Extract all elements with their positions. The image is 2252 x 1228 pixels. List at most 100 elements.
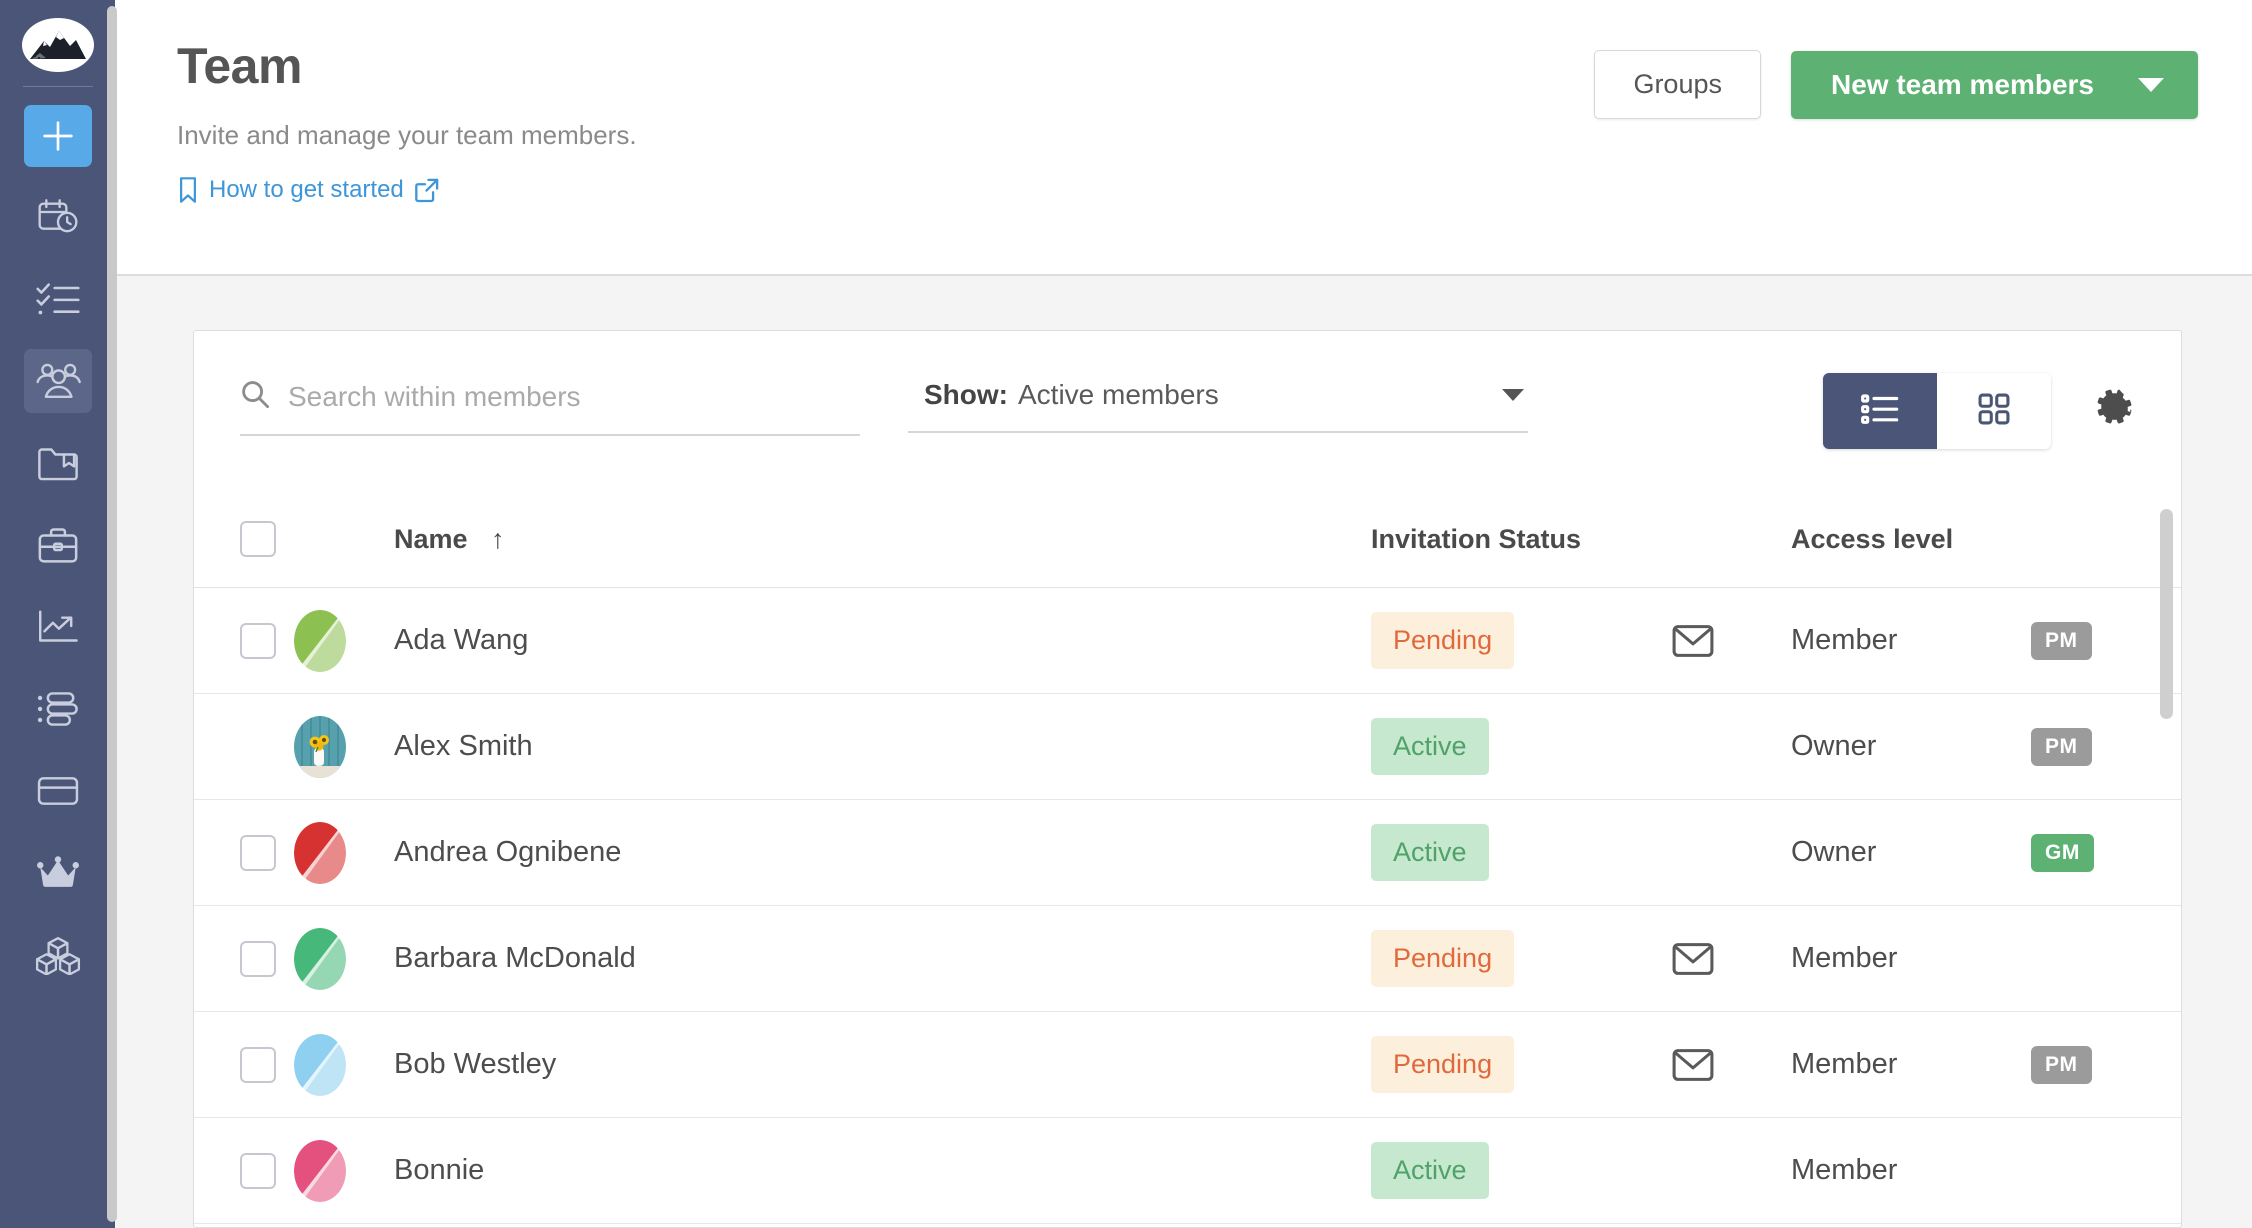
settings-gear-button[interactable] xyxy=(2093,388,2135,435)
row-checkbox[interactable] xyxy=(240,1152,276,1189)
invitation-status-cell: Pending xyxy=(1371,1011,1671,1118)
cubes-icon xyxy=(35,935,81,975)
avatar-cell xyxy=(294,799,394,906)
mountain-logo[interactable] xyxy=(21,18,94,72)
access-level-value: Member xyxy=(1791,1048,1898,1080)
role-badge-cell xyxy=(2031,1117,2181,1224)
table-row[interactable]: Andrea Ognibene Active Owner GM xyxy=(194,799,2181,906)
avatar xyxy=(294,821,346,884)
list-view-icon xyxy=(1860,392,1900,431)
new-team-members-button[interactable]: New team members xyxy=(1790,50,2198,119)
sidebar-item-reports[interactable] xyxy=(24,595,92,659)
select-all-header xyxy=(194,503,294,588)
sidebar-item-add-new[interactable] xyxy=(23,105,92,167)
crown-icon xyxy=(36,855,80,891)
role-badge-cell: GM xyxy=(2031,799,2181,906)
calendar-clock-icon xyxy=(36,197,80,237)
access-level-cell[interactable]: Member xyxy=(1791,905,2031,1012)
member-name: Barbara McDonald xyxy=(394,942,636,974)
member-name-cell[interactable]: Bob Westley xyxy=(394,1011,1371,1118)
access-level-cell[interactable]: Member xyxy=(1791,1117,2031,1224)
grid-view-icon xyxy=(1975,392,2013,431)
envelope-icon[interactable] xyxy=(1671,941,1791,977)
member-name-cell[interactable]: Bonnie xyxy=(394,1117,1371,1224)
row-select-cell xyxy=(194,1117,294,1224)
sidebar-item-projects[interactable] xyxy=(24,431,92,495)
page-header-text: Team Invite and manage your team members… xyxy=(177,30,637,204)
member-name-cell[interactable]: Andrea Ognibene xyxy=(394,799,1371,906)
envelope-icon[interactable] xyxy=(1671,1047,1791,1083)
how-to-get-started-link[interactable]: How to get started xyxy=(177,176,637,204)
access-level-cell[interactable]: Owner xyxy=(1791,693,2031,800)
member-name-cell[interactable]: Alex Smith xyxy=(394,693,1371,800)
list-settings-icon xyxy=(36,690,80,728)
member-name: Ada Wang xyxy=(394,624,529,656)
access-level-cell[interactable]: Owner xyxy=(1791,799,2031,906)
search-icon xyxy=(240,379,270,414)
members-table-scrollbar[interactable] xyxy=(2160,509,2173,719)
member-name-cell[interactable]: Barbara McDonald xyxy=(394,905,1371,1012)
row-checkbox[interactable] xyxy=(240,834,276,871)
sidebar-item-tasks[interactable] xyxy=(24,267,92,331)
sidebar-item-workload[interactable] xyxy=(24,677,92,741)
row-select-cell xyxy=(194,1011,294,1118)
sidebar-item-upgrade[interactable] xyxy=(24,841,92,905)
row-select-cell xyxy=(194,799,294,906)
status-badge: Active xyxy=(1371,1142,1489,1199)
list-view-button[interactable] xyxy=(1823,373,1937,449)
role-badge-cell: PM xyxy=(2031,1011,2181,1118)
chevron-down-icon xyxy=(1502,389,1524,401)
members-table-scroll: Name ↑ Invitation Status Access level Ad… xyxy=(194,503,2181,1227)
avatar-header xyxy=(294,503,394,588)
select-all-checkbox[interactable] xyxy=(240,521,276,557)
role-badge[interactable]: PM xyxy=(2031,727,2092,766)
access-level-header: Access level xyxy=(1791,503,2031,588)
role-badge[interactable]: PM xyxy=(2031,621,2092,660)
role-badge[interactable]: GM xyxy=(2031,833,2094,872)
sidebar-item-schedule[interactable] xyxy=(24,185,92,249)
row-checkbox[interactable] xyxy=(240,940,276,977)
access-level-cell[interactable]: Member xyxy=(1791,587,2031,694)
resend-invite-cell xyxy=(1671,693,1791,800)
invitation-status-cell: Active xyxy=(1371,693,1671,800)
chevron-down-icon[interactable] xyxy=(2138,77,2164,92)
status-badge: Active xyxy=(1371,718,1489,775)
access-level-cell[interactable]: Member xyxy=(1791,1011,2031,1118)
grid-view-button[interactable] xyxy=(1937,373,2051,449)
role-badge[interactable]: PM xyxy=(2031,1045,2092,1084)
chart-up-icon xyxy=(36,608,80,646)
invitation-status-header: Invitation Status xyxy=(1371,503,1671,588)
resend-invite-cell xyxy=(1671,799,1791,906)
show-filter-label: Show: xyxy=(924,379,1008,410)
sidebar-item-team[interactable] xyxy=(23,349,92,413)
groups-button[interactable]: Groups xyxy=(1594,50,1761,119)
sidebar-item-budget[interactable] xyxy=(24,759,92,823)
search-field[interactable] xyxy=(240,371,860,436)
access-level-value: Member xyxy=(1791,624,1898,656)
sidebar-item-portfolio[interactable] xyxy=(24,513,92,577)
table-row[interactable]: Bonnie Active Member xyxy=(194,1117,2181,1224)
envelope-icon[interactable] xyxy=(1671,623,1791,659)
sidebar-scrollbar[interactable] xyxy=(107,6,117,1222)
table-row[interactable]: Alex Smith Active Owner PM xyxy=(194,693,2181,800)
show-filter-dropdown[interactable]: Show: Active members xyxy=(908,371,1528,433)
table-row[interactable]: Bob Westley Pending Member PM xyxy=(194,1011,2181,1118)
row-checkbox[interactable] xyxy=(240,1046,276,1083)
page-body: Show: Active members xyxy=(115,276,2252,1228)
sort-ascending-icon[interactable]: ↑ xyxy=(491,524,505,554)
view-mode-toggle xyxy=(1823,373,2051,449)
page-scrollbar[interactable] xyxy=(2244,0,2252,1228)
how-to-get-started-label: How to get started xyxy=(209,175,404,203)
table-row[interactable]: Ada Wang Pending Member PM xyxy=(194,587,2181,694)
members-table: Name ↑ Invitation Status Access level Ad… xyxy=(194,503,2181,1224)
role-badge-cell: PM xyxy=(2031,693,2181,800)
table-row[interactable]: Barbara McDonald Pending Member xyxy=(194,905,2181,1012)
row-checkbox[interactable] xyxy=(240,622,276,659)
search-input[interactable] xyxy=(288,380,860,413)
gear-icon xyxy=(2093,388,2135,435)
sidebar-item-apps[interactable] xyxy=(24,923,92,987)
member-name: Bob Westley xyxy=(394,1048,557,1080)
name-header[interactable]: Name ↑ xyxy=(394,503,1371,588)
folder-bookmark-icon xyxy=(36,444,80,482)
member-name-cell[interactable]: Ada Wang xyxy=(394,587,1371,694)
